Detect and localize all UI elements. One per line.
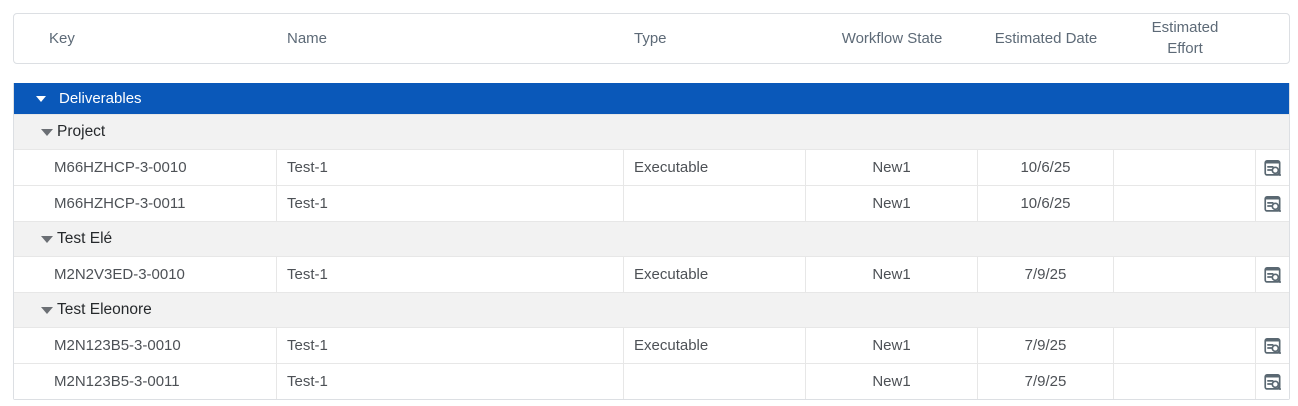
cell-type: Executable <box>624 328 806 363</box>
column-header-estimated-date: Estimated Date <box>978 30 1114 47</box>
cell-estimated-date: 7/9/25 <box>978 257 1114 292</box>
cell-estimated-date: 10/6/25 <box>978 150 1114 185</box>
table-row-m2n123b5-3-0011[interactable]: M2N123B5-3-0011 Test-1 New1 7/9/25 <box>14 363 1289 399</box>
cell-estimated-effort <box>1114 150 1256 185</box>
cell-name: Test-1 <box>277 364 624 399</box>
cell-name: Test-1 <box>277 257 624 292</box>
cell-name: Test-1 <box>277 150 624 185</box>
cell-workflow-state: New1 <box>806 186 978 221</box>
cell-name: Test-1 <box>277 186 624 221</box>
cell-estimated-effort <box>1114 257 1256 292</box>
group-row-test-eleonore[interactable]: Test Eleonore <box>14 292 1289 327</box>
preview-document-icon[interactable] <box>1261 192 1285 216</box>
cell-estimated-effort <box>1114 186 1256 221</box>
preview-document-icon[interactable] <box>1261 334 1285 358</box>
cell-key: M2N123B5-3-0011 <box>14 364 277 399</box>
cell-type: Executable <box>624 150 806 185</box>
column-header-key: Key <box>14 30 277 47</box>
preview-document-icon[interactable] <box>1261 370 1285 394</box>
chevron-down-icon <box>41 236 53 243</box>
cell-estimated-date: 7/9/25 <box>978 328 1114 363</box>
table-column-header: Key Name Type Workflow State Estimated D… <box>13 13 1290 64</box>
cell-key: M2N123B5-3-0010 <box>14 328 277 363</box>
group-label: Test Eleonore <box>57 301 152 319</box>
column-header-type: Type <box>624 30 806 47</box>
column-header-workflow-state: Workflow State <box>806 30 978 47</box>
group-row-project[interactable]: Project <box>14 114 1289 149</box>
table-row-m2n2v3ed-3-0010[interactable]: M2N2V3ED-3-0010 Test-1 Executable New1 7… <box>14 256 1289 292</box>
cell-workflow-state: New1 <box>806 150 978 185</box>
cell-type <box>624 186 806 221</box>
cell-workflow-state: New1 <box>806 328 978 363</box>
cell-key: M2N2V3ED-3-0010 <box>14 257 277 292</box>
section-label: Deliverables <box>59 90 142 107</box>
cell-estimated-date: 7/9/25 <box>978 364 1114 399</box>
preview-document-icon[interactable] <box>1261 263 1285 287</box>
cell-workflow-state: New1 <box>806 364 978 399</box>
section-row-deliverables[interactable]: Deliverables <box>14 83 1289 114</box>
chevron-down-icon <box>36 96 46 102</box>
cell-type: Executable <box>624 257 806 292</box>
group-label: Test Elé <box>57 230 112 248</box>
preview-document-icon[interactable] <box>1261 156 1285 180</box>
table-body: Deliverables Project M66HZHCP-3-0010 Tes… <box>13 83 1290 400</box>
cell-workflow-state: New1 <box>806 257 978 292</box>
cell-estimated-date: 10/6/25 <box>978 186 1114 221</box>
cell-estimated-effort <box>1114 364 1256 399</box>
cell-key: M66HZHCP-3-0010 <box>14 150 277 185</box>
table-row-m66hzhcp-3-0010[interactable]: M66HZHCP-3-0010 Test-1 Executable New1 1… <box>14 149 1289 185</box>
deliverables-table: Key Name Type Workflow State Estimated D… <box>13 13 1290 400</box>
cell-type <box>624 364 806 399</box>
group-label: Project <box>57 123 105 141</box>
table-row-m66hzhcp-3-0011[interactable]: M66HZHCP-3-0011 Test-1 New1 10/6/25 <box>14 185 1289 221</box>
column-header-estimated-effort: Estimated Effort <box>1114 18 1256 59</box>
cell-name: Test-1 <box>277 328 624 363</box>
column-header-name: Name <box>277 30 624 47</box>
cell-key: M66HZHCP-3-0011 <box>14 186 277 221</box>
table-row-m2n123b5-3-0010[interactable]: M2N123B5-3-0010 Test-1 Executable New1 7… <box>14 327 1289 363</box>
chevron-down-icon <box>41 129 53 136</box>
chevron-down-icon <box>41 307 53 314</box>
group-row-test-el[interactable]: Test Elé <box>14 221 1289 256</box>
cell-estimated-effort <box>1114 328 1256 363</box>
